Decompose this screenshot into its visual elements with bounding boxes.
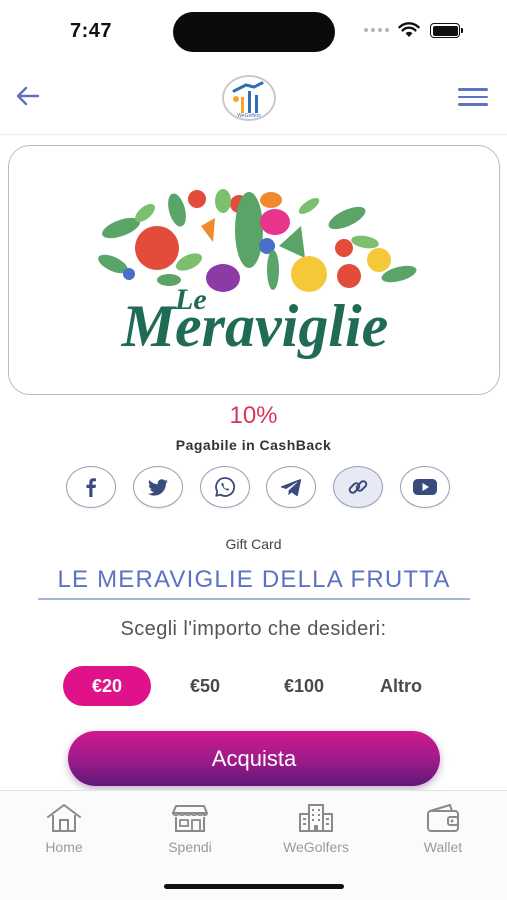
telegram-icon — [281, 479, 302, 496]
tab-wegolfers-label: WeGolfers — [283, 839, 349, 855]
copy-link-button[interactable] — [333, 466, 384, 508]
app-logo[interactable]: WeGolfers — [222, 75, 276, 121]
amount-option-other[interactable]: Altro — [363, 666, 439, 706]
share-twitter-button[interactable] — [132, 466, 183, 508]
back-arrow-icon[interactable] — [14, 82, 42, 110]
amount-option-100[interactable]: €100 — [259, 666, 349, 706]
tab-wallet-label: Wallet — [423, 839, 463, 855]
tab-home-label: Home — [45, 839, 83, 855]
dynamic-island — [173, 12, 335, 52]
share-buttons — [66, 466, 450, 510]
tab-wallet[interactable]: Wallet — [393, 801, 493, 855]
cashback-label: Pagabile in CashBack — [175, 437, 332, 453]
share-telegram-button[interactable] — [266, 466, 317, 508]
status-time: 7:47 — [70, 20, 113, 42]
amount-option-20[interactable]: €20 — [63, 666, 151, 706]
amount-option-50[interactable]: €50 — [167, 666, 243, 706]
store-icon — [172, 805, 208, 832]
tab-spendi-label: Spendi — [168, 839, 212, 855]
youtube-icon — [412, 479, 437, 495]
product-title: LE MERAVIGLIE DELLA FRUTTA — [38, 566, 470, 600]
logo-text: WeGolfers — [237, 113, 261, 119]
tab-home[interactable]: Home — [14, 801, 114, 855]
twitter-icon — [147, 479, 168, 496]
product-type-label: Gift Card — [225, 536, 282, 552]
home-indicator — [164, 884, 344, 889]
home-icon — [47, 804, 81, 832]
app-header: WeGolfers — [0, 60, 507, 135]
brand-logo-card: Le Meraviglie — [8, 145, 500, 395]
wallet-icon — [427, 804, 459, 832]
battery-cap — [461, 28, 463, 33]
tab-spendi[interactable]: Spendi — [140, 801, 240, 855]
buy-button[interactable]: Acquista — [68, 731, 440, 786]
facebook-icon — [86, 478, 96, 497]
wifi-icon — [398, 22, 420, 37]
link-icon — [348, 480, 368, 494]
amount-selector: €20 €50 €100 Altro — [63, 666, 463, 706]
status-bar: 7:47 — [0, 0, 507, 60]
whatsapp-icon — [214, 477, 235, 497]
share-facebook-button[interactable] — [66, 466, 116, 508]
le-meraviglie-logo: Le Meraviglie — [98, 189, 417, 359]
amount-prompt: Scegli l'importo che desideri: — [120, 618, 387, 640]
battery-icon — [430, 23, 460, 38]
wegolfers-logo-icon: WeGolfers — [232, 81, 264, 119]
hamburger-menu-icon[interactable] — [458, 88, 490, 108]
cellular-signal-icon — [364, 28, 389, 32]
logo-word-large: Meraviglie — [121, 293, 389, 359]
buildings-icon — [299, 804, 333, 832]
cashback-percent: 10% — [229, 402, 278, 429]
tab-wegolfers[interactable]: WeGolfers — [266, 801, 366, 855]
share-youtube-button[interactable] — [399, 466, 450, 508]
share-whatsapp-button[interactable] — [199, 466, 250, 508]
